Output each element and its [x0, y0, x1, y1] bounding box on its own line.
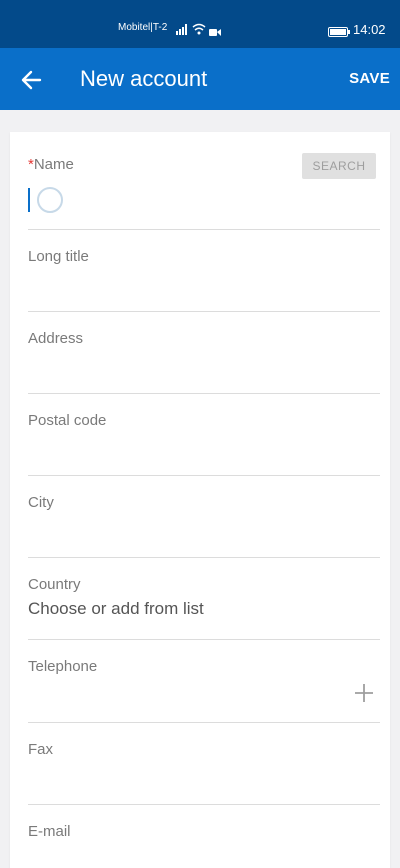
loading-spinner-icon	[37, 187, 63, 213]
search-button[interactable]: SEARCH	[302, 153, 376, 179]
fax-field[interactable]: Fax	[28, 723, 380, 805]
fax-label: Fax	[28, 741, 54, 758]
city-label: City	[28, 494, 54, 511]
address-label: Address	[28, 330, 84, 347]
long-title-field[interactable]: Long title	[28, 230, 380, 312]
status-bar: Mobitel|T-2 14:02	[0, 0, 400, 48]
wifi-icon	[192, 22, 206, 40]
email-label: E-mail	[28, 823, 71, 840]
long-title-label: Long title	[28, 248, 89, 265]
video-call-icon	[209, 24, 221, 42]
name-field[interactable]: *Name SEARCH	[28, 132, 380, 230]
signal-icon	[176, 22, 188, 40]
address-field[interactable]: Address	[28, 312, 380, 394]
country-field[interactable]: Country Choose or add from list	[28, 558, 380, 640]
carrier-label: Mobitel|T-2	[118, 22, 168, 33]
telephone-label: Telephone	[28, 658, 98, 675]
city-field[interactable]: City	[28, 476, 380, 558]
battery-icon	[328, 24, 350, 42]
account-form: *Name SEARCH Long title Address Postal c…	[10, 132, 390, 868]
clock: 14:02	[353, 22, 386, 37]
page-title: New account	[80, 66, 208, 91]
text-cursor	[28, 188, 30, 212]
save-button[interactable]: SAVE	[349, 70, 390, 87]
postal-code-label: Postal code	[28, 412, 107, 429]
telephone-field[interactable]: Telephone	[28, 640, 380, 723]
postal-code-field[interactable]: Postal code	[28, 394, 380, 476]
name-label: Name	[33, 156, 74, 173]
country-label: Country	[28, 576, 81, 593]
country-value[interactable]: Choose or add from list	[28, 599, 204, 619]
email-field[interactable]: E-mail	[28, 805, 380, 868]
app-bar: New account SAVE	[0, 48, 400, 110]
name-label-wrap: *Name	[28, 156, 74, 173]
add-telephone-plus-icon[interactable]	[354, 683, 374, 703]
back-arrow-icon[interactable]	[18, 66, 46, 94]
